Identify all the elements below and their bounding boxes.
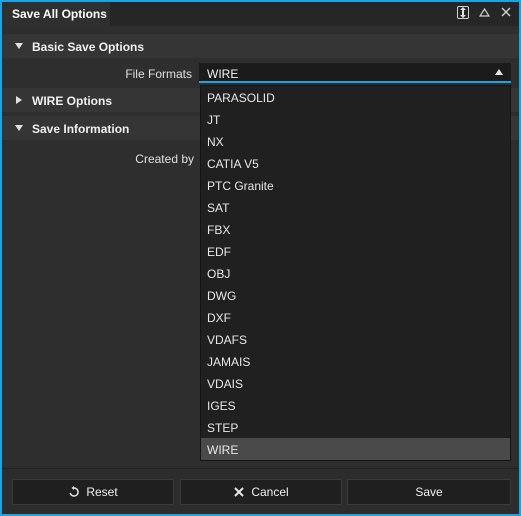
title-bar-controls <box>457 5 513 19</box>
collapse-icon[interactable] <box>477 5 491 19</box>
dropdown-option[interactable]: SAT <box>201 196 510 218</box>
dropdown-option[interactable]: DWG <box>201 284 510 306</box>
chevron-right-icon <box>16 96 22 104</box>
dropdown-option[interactable]: NX <box>201 130 510 152</box>
save-all-options-dialog: Save All Options Basic Save Options File… <box>0 0 521 516</box>
dropdown-option[interactable]: VDAIS <box>201 372 510 394</box>
reset-label: Reset <box>86 485 118 499</box>
save-button[interactable]: Save <box>347 479 511 505</box>
chevron-up-icon <box>495 69 503 75</box>
reset-button[interactable]: Reset <box>12 479 174 505</box>
dropdown-option[interactable]: IGES <box>201 394 510 416</box>
cancel-icon <box>234 487 245 497</box>
chevron-down-icon <box>15 43 23 49</box>
dropdown-option[interactable]: JT <box>201 108 510 130</box>
window-title: Save All Options <box>2 2 110 26</box>
save-label: Save <box>415 485 443 499</box>
file-formats-select[interactable]: WIRE <box>199 63 511 83</box>
cancel-button[interactable]: Cancel <box>180 479 342 505</box>
dock-icon[interactable] <box>457 5 469 19</box>
dropdown-option[interactable]: PTC Granite <box>201 174 510 196</box>
dropdown-option[interactable]: EDF <box>201 240 510 262</box>
file-formats-label: File Formats <box>125 67 192 81</box>
dialog-footer: Reset Cancel Save <box>2 468 519 514</box>
section-basic-save-options[interactable]: Basic Save Options <box>2 34 519 58</box>
dropdown-option[interactable]: FBX <box>201 218 510 240</box>
section-label: WIRE Options <box>32 94 112 108</box>
dropdown-option-selected[interactable]: WIRE <box>201 438 510 460</box>
file-formats-value: WIRE <box>207 67 239 81</box>
close-icon[interactable] <box>499 5 513 19</box>
dropdown-option[interactable]: DXF <box>201 306 510 328</box>
dropdown-option[interactable]: CATIA V5 <box>201 152 510 174</box>
dropdown-option[interactable]: OBJ <box>201 262 510 284</box>
section-label: Save Information <box>32 122 130 136</box>
title-bar[interactable]: Save All Options <box>2 2 519 26</box>
cancel-label: Cancel <box>251 485 289 499</box>
chevron-down-icon <box>15 125 23 131</box>
reset-icon <box>69 486 80 497</box>
dropdown-option[interactable]: VDAFS <box>201 328 510 350</box>
dropdown-option[interactable]: JAMAIS <box>201 350 510 372</box>
section-label: Basic Save Options <box>32 40 145 54</box>
file-formats-dropdown-list[interactable]: PARASOLID JT NX CATIA V5 PTC Granite SAT… <box>200 85 511 461</box>
created-by-label: Created by <box>135 152 194 166</box>
dropdown-option[interactable]: PARASOLID <box>201 86 510 108</box>
dropdown-option[interactable]: STEP <box>201 416 510 438</box>
